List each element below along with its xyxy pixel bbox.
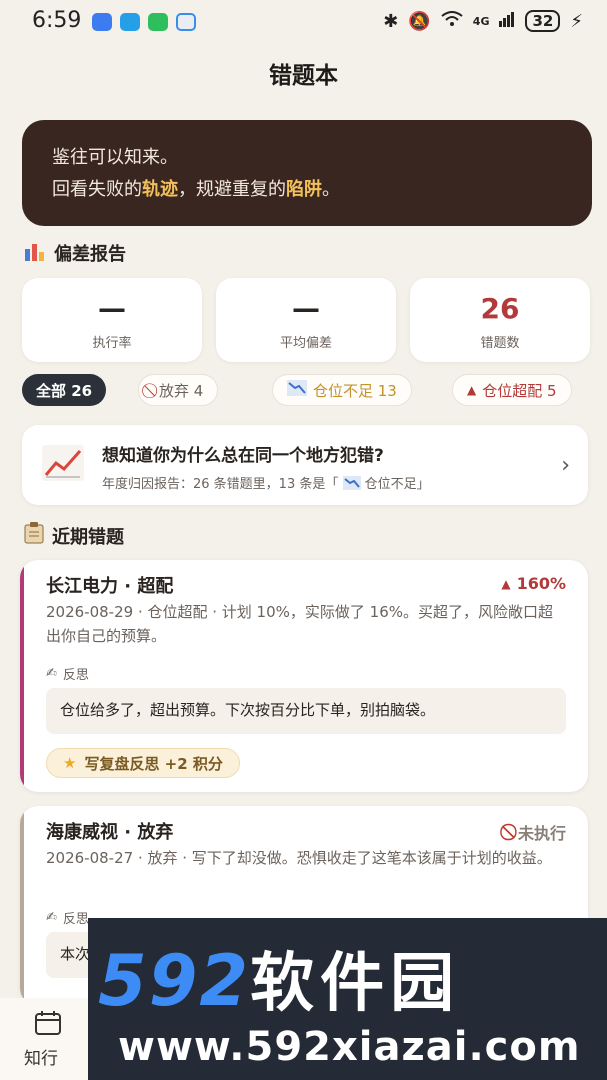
filter-chip-all[interactable]: 全部 26: [22, 374, 107, 406]
chip-label: 全部 26: [36, 381, 93, 400]
message-app-icon: [120, 13, 140, 31]
stat-card-error-count: 26 错题数: [410, 278, 590, 362]
error-description: 2026-08-29 · 仓位超配 · 计划 10%，实际做了 16%。买超了，…: [46, 603, 553, 645]
reflection-label: ✍ 反思: [46, 910, 89, 927]
battery-indicator: 32: [525, 10, 561, 32]
app-notification-icon: [92, 13, 112, 31]
report-card-subtitle: 年度归因报告：26 条错题里，13 条是「 仓位不足」: [102, 475, 430, 494]
quote-banner: 鉴往可以知来。 回看失败的轨迹，规避重复的陷阱。: [22, 120, 592, 226]
error-card[interactable]: 长江电力 · 超配 ▲ 160% 2026-08-29 · 仓位超配 · 计划 …: [20, 560, 588, 792]
chip-label: 放弃 4: [159, 381, 204, 400]
error-description: 2026-08-27 · 放弃 · 写下了却没做。恐惧收走了这笔本该属于计划的收…: [46, 849, 552, 867]
status-indicators: ✱ 🔕 4G 32 ⚡: [383, 10, 583, 32]
error-title: 长江电力 · 超配: [46, 576, 174, 597]
bar-chart-icon: [24, 241, 46, 266]
wechat-icon: [148, 13, 168, 31]
clipboard-icon: [24, 522, 44, 549]
deviation-badge: ▲ 160%: [501, 574, 566, 593]
mute-icon: 🔕: [408, 10, 431, 32]
recent-errors-heading: 近期错题: [24, 522, 124, 549]
network-type: 4G: [472, 14, 490, 28]
status-badge: ⃠ 未执行: [517, 824, 566, 843]
stat-label: 错题数: [480, 336, 520, 351]
down-chart-icon: [287, 380, 307, 400]
deviation-report-title: 偏差报告: [54, 244, 126, 265]
chip-label: 仓位不足 13: [313, 381, 397, 400]
stat-label: 执行率: [92, 336, 132, 351]
charging-icon: ⚡: [570, 10, 583, 32]
write-review-button[interactable]: ★ 写复盘反思 +2 积分: [46, 748, 240, 778]
down-chart-icon: [342, 475, 361, 494]
reflection-label: ✍ 反思: [46, 666, 89, 683]
watermark-url: www.592xiazai.com: [118, 1024, 581, 1070]
banner-line-2: 回看失败的轨迹，规避重复的陷阱。: [52, 179, 340, 200]
error-title: 海康威视 · 放弃: [46, 822, 174, 843]
stat-value: —: [98, 292, 126, 325]
status-app-icons: [92, 13, 196, 31]
page-title: 错题本: [269, 63, 338, 89]
browser-icon: [176, 13, 196, 31]
stat-value: —: [292, 292, 320, 325]
annual-report-card[interactable]: 想知道你为什么总在同一个地方犯错? 年度归因报告：26 条错题里，13 条是「 …: [22, 425, 588, 505]
report-card-title: 想知道你为什么总在同一个地方犯错?: [102, 446, 384, 466]
star-icon: ★: [63, 754, 77, 772]
recent-errors-title: 近期错题: [52, 526, 124, 548]
writing-hand-icon: ✍: [46, 910, 57, 925]
status-bar: 6:59 ✱ 🔕 4G 32 ⚡: [0, 0, 607, 46]
stat-label: 平均偏差: [279, 336, 332, 351]
tab-zhixing[interactable]: 知行: [24, 1044, 58, 1069]
bluetooth-icon: ✱: [383, 10, 399, 32]
up-triangle-icon: ▲: [467, 383, 477, 397]
calendar-icon: [34, 1010, 62, 1040]
stat-value: 26: [480, 292, 520, 325]
wifi-icon: [441, 10, 463, 32]
status-time: 6:59: [32, 8, 82, 33]
trend-chart-icon: [42, 445, 84, 485]
banner-line-1: 鉴往可以知来。: [52, 147, 178, 168]
filter-chip-underweight[interactable]: 仓位不足 13: [272, 374, 412, 406]
bottom-tab-bar: 知行: [0, 998, 100, 1080]
card-accent: [20, 560, 24, 792]
writing-hand-icon: ✍: [46, 666, 57, 681]
reflection-text: 仓位给多了，超出预算。下次按百分比下单，别拍脑袋。: [46, 688, 566, 734]
up-triangle-icon: ▲: [501, 576, 511, 591]
chip-label: 仓位超配 5: [482, 381, 557, 400]
stat-card-execution-rate: — 执行率: [22, 278, 202, 362]
stat-card-average-deviation: — 平均偏差: [216, 278, 396, 362]
card-accent: [20, 806, 24, 1006]
watermark-logo: 592软件园: [98, 940, 461, 1022]
filter-chip-overweight[interactable]: ▲ 仓位超配 5: [452, 374, 572, 406]
deviation-report-heading: 偏差报告: [24, 240, 126, 266]
signal-icon: [499, 11, 515, 32]
chevron-right-icon: ›: [561, 453, 570, 478]
filter-chip-abandon[interactable]: ⃠ 放弃 4: [138, 374, 219, 406]
